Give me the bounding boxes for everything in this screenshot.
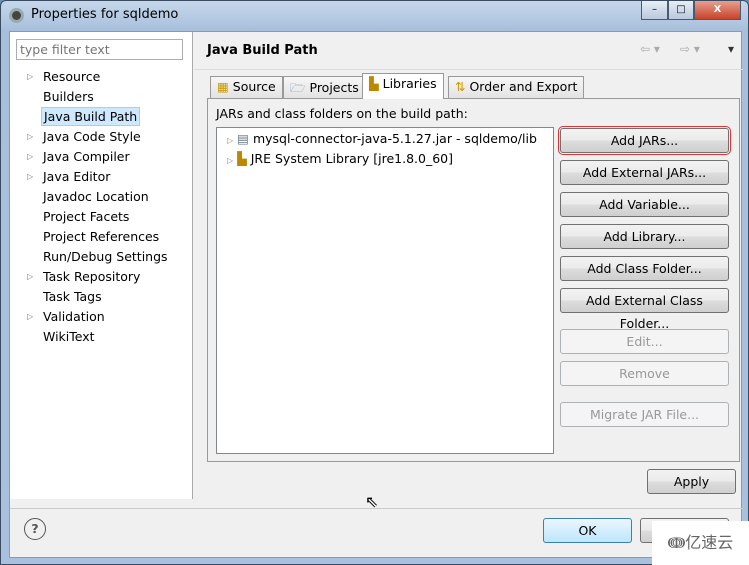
entry-label: mysql-connector-java-5.1.27.jar - sqldem…: [252, 131, 537, 146]
sidebar-item[interactable]: Builders: [41, 87, 96, 106]
migrate-jar-button[interactable]: Migrate JAR File...: [560, 402, 729, 427]
sidebar-item[interactable]: Validation: [41, 307, 107, 326]
expand-arrow-icon[interactable]: ▷: [227, 136, 233, 145]
sidebar-item[interactable]: Project Facets: [41, 207, 131, 226]
watermark-text: 亿速云: [685, 533, 734, 552]
tab-label: Source: [232, 79, 276, 94]
sidebar-item[interactable]: Java Editor: [41, 167, 112, 186]
tab-projects[interactable]: 🗁 Projects: [283, 76, 366, 98]
jar-icon: ▤: [237, 131, 249, 146]
view-menu-icon[interactable]: ▾: [728, 42, 734, 56]
window-frame: Properties for sqldemo – □ X ▷ ResourceBu…: [0, 0, 749, 565]
sidebar-item[interactable]: Java Code Style: [41, 127, 143, 146]
maximize-button[interactable]: □: [668, 1, 694, 20]
tab-label: Projects: [309, 80, 359, 95]
minimize-button[interactable]: –: [641, 1, 668, 20]
sidebar-item[interactable]: WikiText: [41, 327, 97, 346]
sidebar-item[interactable]: Project References: [41, 227, 161, 246]
add-variable-button[interactable]: Add Variable...: [560, 192, 729, 217]
sidebar-item[interactable]: Task Repository: [41, 267, 142, 286]
help-icon[interactable]: ?: [24, 518, 46, 540]
tab-source[interactable]: ▦ Source: [210, 76, 283, 98]
filter-input[interactable]: [16, 39, 183, 60]
dialog-client: ▷ResourceBuildersJava Build Path▷Java Co…: [9, 31, 743, 558]
expand-arrow-icon[interactable]: ▷: [27, 72, 33, 81]
remove-button[interactable]: Remove: [560, 361, 729, 386]
list-item[interactable]: ▷ ▙ JRE System Library [jre1.8.0_60]: [227, 150, 453, 168]
add-library-button[interactable]: Add Library...: [560, 224, 729, 249]
sidebar-item[interactable]: Java Build Path: [41, 107, 141, 126]
add-external-class-folder-button[interactable]: Add External Class Folder...: [560, 288, 729, 331]
library-icon: ▙: [237, 151, 247, 166]
forward-arrow-icon[interactable]: ⇨ ▾: [680, 42, 700, 56]
apply-button[interactable]: Apply: [647, 469, 736, 494]
mouse-cursor-icon: ⇖: [365, 492, 379, 511]
library-list[interactable]: ▷ ▤ mysql-connector-java-5.1.27.jar - sq…: [216, 127, 554, 454]
sidebar-item[interactable]: Java Compiler: [41, 147, 132, 166]
window-title: Properties for sqldemo: [31, 7, 179, 22]
eclipse-app-icon: [9, 8, 24, 23]
sidebar-item[interactable]: Resource: [41, 67, 102, 86]
ok-button[interactable]: OK: [543, 518, 632, 543]
entry-label: JRE System Library [jre1.8.0_60]: [250, 151, 454, 166]
watermark-logo: ↈ亿速云: [652, 521, 749, 565]
add-external-jars-button[interactable]: Add External JARs...: [560, 160, 729, 185]
page-title: Java Build Path: [207, 43, 318, 58]
sidebar-item[interactable]: Run/Debug Settings: [41, 247, 170, 266]
edit-button[interactable]: Edit...: [560, 329, 729, 354]
add-jars-button[interactable]: Add JARs...: [558, 126, 731, 155]
expand-arrow-icon[interactable]: ▷: [27, 312, 33, 321]
close-button[interactable]: X: [694, 1, 741, 20]
cloud-logo-icon: ↈ: [667, 533, 686, 552]
tab-label: Libraries: [382, 76, 437, 91]
tab-label: Order and Export: [469, 79, 578, 94]
header-divider: [194, 69, 743, 70]
libraries-panel: JARs and class folders on the build path…: [207, 98, 740, 462]
sidebar-item[interactable]: Task Tags: [41, 287, 104, 306]
expand-arrow-icon[interactable]: ▷: [227, 156, 233, 165]
expand-arrow-icon[interactable]: ▷: [27, 132, 33, 141]
tab-order-export[interactable]: ⇅ Order and Export: [448, 76, 585, 98]
expand-arrow-icon[interactable]: ▷: [27, 152, 33, 161]
order-export-icon: ⇅: [455, 79, 466, 94]
build-path-label: JARs and class folders on the build path…: [216, 106, 468, 121]
expand-arrow-icon[interactable]: ▷: [27, 272, 33, 281]
tab-libraries[interactable]: ▙ Libraries: [362, 73, 444, 99]
expand-arrow-icon[interactable]: ▷: [27, 172, 33, 181]
source-icon: ▦: [217, 79, 229, 94]
sidebar-item[interactable]: Javadoc Location: [41, 187, 151, 206]
list-item[interactable]: ▷ ▤ mysql-connector-java-5.1.27.jar - sq…: [227, 130, 537, 148]
libraries-icon: ▙: [369, 76, 379, 91]
folder-icon: 🗁: [290, 80, 306, 95]
back-arrow-icon[interactable]: ⇦ ▾: [640, 42, 660, 56]
add-class-folder-button[interactable]: Add Class Folder...: [560, 256, 729, 281]
sidebar: ▷ ResourceBuildersJava Build Path ▷ Java Co…: [10, 32, 193, 499]
